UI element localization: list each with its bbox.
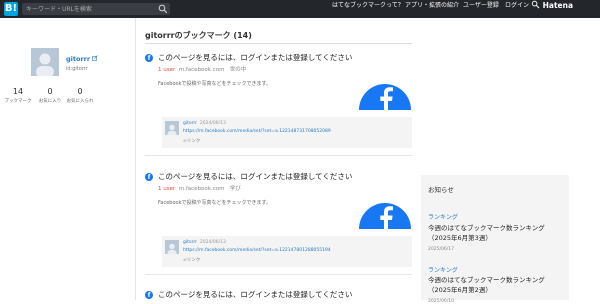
hatena-bookmark-logo[interactable]: B! (4, 2, 18, 16)
profile-id: id:gitorrr (66, 66, 88, 72)
facebook-favicon-icon: f (145, 173, 153, 181)
entry-meta: 1 user m.facebook.com 学び (158, 184, 241, 192)
search-icon[interactable] (158, 4, 168, 14)
hatena-brand-label: Hatena (542, 1, 574, 10)
stat-bookmarks[interactable]: 14 ブックマーク (1, 87, 35, 104)
comment-user[interactable]: gitorrr (183, 121, 197, 126)
hatena-logo-icon (531, 0, 540, 9)
entry-description: Facebookで投稿や写真などをチェックできます。 (158, 81, 271, 87)
entry-domain[interactable]: m.facebook.com (179, 67, 225, 73)
avatar[interactable] (31, 48, 59, 76)
notice-date: 2025/06/17 (428, 247, 454, 252)
facebook-logo-thumbnail[interactable] (359, 80, 411, 110)
comment-avatar[interactable] (165, 240, 179, 254)
entry-tag[interactable]: 学び (230, 186, 241, 192)
comment-url[interactable]: https://m.facebook.com/media/set/?set=a.… (183, 248, 331, 253)
default-avatar-icon (167, 243, 177, 254)
facebook-logo-thumbnail[interactable] (359, 199, 411, 229)
comment-header: gitorrr 2024/06/13 (183, 121, 226, 126)
stat-label: お気に入り (38, 99, 62, 104)
divider (145, 274, 412, 275)
entry-meta: 1 user m.facebook.com 世の中 (158, 65, 246, 73)
nav-login[interactable]: ログイン (505, 0, 529, 18)
search-input[interactable] (26, 3, 151, 15)
entry-users[interactable]: 1 user (158, 67, 175, 73)
comment-user[interactable]: gitorrr (183, 240, 197, 245)
entry-title[interactable]: このページを見るには、ログインまたは登録してください (158, 52, 352, 63)
page-title: gitorrrのブックマーク (14) (145, 31, 252, 40)
comment-url[interactable]: https://m.facebook.com/media/set/?set=a.… (183, 129, 331, 134)
notice-item[interactable]: 今週のはてなブックマーク数ランキング （2025年6月第2週） (428, 275, 566, 295)
notice-item[interactable]: 今週のはてなブックマーク数ランキング （2025年6月第3週） (428, 223, 566, 243)
entry-title[interactable]: このページを見るには、ログインまたは登録してください (158, 171, 352, 182)
stat-favorites[interactable]: 0 お気に入り (33, 87, 67, 104)
stat-label: お気に入られ (66, 99, 94, 104)
nav-apps[interactable]: アプリ・拡張の紹介 (405, 0, 459, 18)
nav-register[interactable]: ユーザー登録 (463, 0, 499, 18)
profile-name-label: gitorrr (66, 55, 91, 63)
stat-value: 14 (12, 87, 24, 96)
stat-label: ブックマーク (4, 99, 32, 104)
bookmark-comment: gitorrr 2024/06/13 https://m.facebook.co… (162, 236, 412, 267)
link-label: リンク (186, 258, 201, 263)
search-box (22, 3, 170, 15)
external-link-icon (92, 55, 99, 61)
link-label: リンク (186, 139, 201, 144)
stat-value: 0 (47, 87, 53, 96)
nav-about[interactable]: はてなブックマークって？ (332, 0, 404, 18)
notice-category[interactable]: ランキング (428, 265, 458, 274)
default-avatar-icon (167, 124, 177, 135)
notice-category[interactable]: ランキング (428, 212, 458, 221)
comment-header: gitorrr 2024/06/13 (183, 240, 226, 245)
facebook-favicon-icon: f (145, 54, 153, 62)
comment-link[interactable]: ∞リンク (183, 257, 200, 263)
stat-value: 0 (77, 87, 83, 96)
notice-panel: お知らせ ランキング 今週のはてなブックマーク数ランキング （2025年6月第3… (421, 175, 569, 304)
profile-sidebar: gitorrr id:gitorrr 14 ブックマーク 0 お気に入り 0 お… (0, 18, 136, 300)
entry-users[interactable]: 1 user (158, 186, 175, 192)
default-avatar-icon (36, 53, 54, 76)
divider (145, 43, 412, 44)
entry-description: Facebookで投稿や写真などをチェックできます。 (158, 200, 271, 206)
comment-link[interactable]: ∞リンク (183, 138, 200, 144)
stat-followers[interactable]: 0 お気に入られ (63, 87, 97, 104)
divider (145, 155, 412, 156)
entry-title[interactable]: このページを見るには、ログインまたは登録してください (158, 289, 352, 300)
entry-tag[interactable]: 世の中 (230, 67, 247, 73)
entry-domain[interactable]: m.facebook.com (179, 186, 225, 192)
bookmark-comment: gitorrr 2024/06/13 https://m.facebook.co… (162, 117, 412, 148)
facebook-favicon-icon: f (145, 291, 153, 299)
comment-avatar[interactable] (165, 121, 179, 135)
comment-date[interactable]: 2024/06/13 (200, 121, 226, 126)
top-bar: B! はてなブックマークって？ アプリ・拡張の紹介 ユーザー登録 ログイン Ha… (0, 0, 600, 18)
comment-date[interactable]: 2024/06/13 (200, 240, 226, 245)
profile-name[interactable]: gitorrr (66, 55, 99, 63)
notice-title: お知らせ (428, 186, 454, 194)
hatena-brand[interactable]: Hatena (531, 0, 573, 18)
